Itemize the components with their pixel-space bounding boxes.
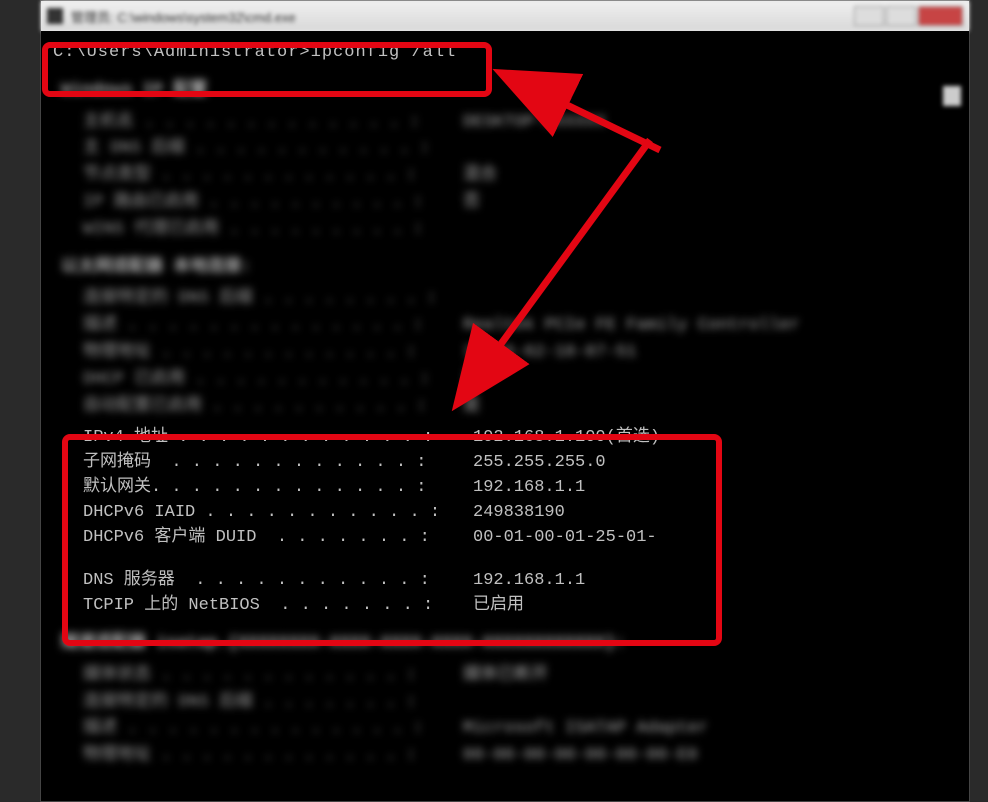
blurred-output-2: 隧道适配器 isatap.{XXXXXXXX-XXXX-XXXX-XXXX-XX… bbox=[53, 632, 969, 768]
dhcpv6-duid-line: DHCPv6 客户端 DUID . . . . . . . :00-01-00-… bbox=[53, 526, 969, 550]
ipv4-address-line: IPv4 地址 . . . . . . . . . . . . :192.168… bbox=[53, 426, 969, 450]
section-header: 以太网适配器 本地连接: bbox=[53, 256, 969, 280]
output-label: DNS 服务器 . . . . . . . . . . . : bbox=[83, 569, 473, 593]
output-value: 已启用 bbox=[473, 594, 969, 618]
dns-server-line: DNS 服务器 . . . . . . . . . . . :192.168.1… bbox=[53, 569, 969, 593]
output-value: 255.255.255.0 bbox=[473, 451, 969, 475]
console-area[interactable]: C:\Users\Administrator>ipconfig /all Win… bbox=[41, 31, 969, 801]
titlebar[interactable]: 管理员: C:\windows\system32\cmd.exe bbox=[41, 1, 969, 31]
window-title: 管理员: C:\windows\system32\cmd.exe bbox=[71, 7, 854, 26]
network-info-block: IPv4 地址 . . . . . . . . . . . . :192.168… bbox=[53, 426, 969, 618]
section-header: 隧道适配器 isatap.{XXXXXXXX-XXXX-XXXX-XXXX-XX… bbox=[53, 632, 969, 656]
prompt: C:\Users\Administrator> bbox=[53, 43, 311, 62]
output-value: 192.168.1.1 bbox=[473, 569, 969, 593]
subnet-mask-line: 子网掩码 . . . . . . . . . . . . :255.255.25… bbox=[53, 451, 969, 475]
output-label: DHCPv6 客户端 DUID . . . . . . . : bbox=[83, 526, 473, 550]
default-gateway-line: 默认网关. . . . . . . . . . . . . :192.168.1… bbox=[53, 476, 969, 500]
netbios-line: TCPIP 上的 NetBIOS . . . . . . . :已启用 bbox=[53, 594, 969, 618]
blurred-output-1: Windows IP 配置 主机名 . . . . . . . . . . . … bbox=[53, 79, 969, 419]
output-label: TCPIP 上的 NetBIOS . . . . . . . : bbox=[83, 594, 473, 618]
output-label: 子网掩码 . . . . . . . . . . . . : bbox=[83, 451, 473, 475]
output-label: 默认网关. . . . . . . . . . . . . : bbox=[83, 476, 473, 500]
cmd-icon bbox=[47, 8, 63, 24]
command-line: C:\Users\Administrator>ipconfig /all bbox=[53, 41, 969, 65]
section-header: Windows IP 配置 bbox=[53, 79, 969, 103]
close-button[interactable] bbox=[918, 6, 963, 26]
dhcpv6-iaid-line: DHCPv6 IAID . . . . . . . . . . . :24983… bbox=[53, 501, 969, 525]
command-text: ipconfig /all bbox=[311, 43, 457, 62]
minimize-button[interactable] bbox=[854, 6, 884, 26]
output-value: 249838190 bbox=[473, 501, 969, 525]
output-value: 192.168.1.100(首选) bbox=[473, 426, 969, 450]
output-value: 00-01-00-01-25-01- bbox=[473, 526, 969, 550]
cmd-window: 管理员: C:\windows\system32\cmd.exe C:\User… bbox=[40, 0, 970, 802]
output-label: IPv4 地址 . . . . . . . . . . . . : bbox=[83, 426, 473, 450]
window-controls bbox=[854, 6, 963, 26]
output-value: 192.168.1.1 bbox=[473, 476, 969, 500]
maximize-button[interactable] bbox=[886, 6, 916, 26]
output-label: DHCPv6 IAID . . . . . . . . . . . : bbox=[83, 501, 473, 525]
